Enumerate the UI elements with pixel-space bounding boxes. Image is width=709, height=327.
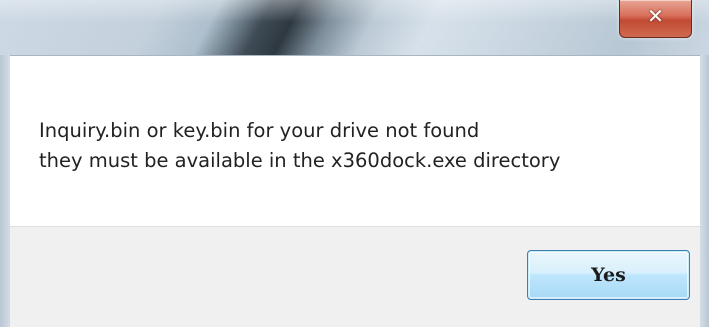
title-bar[interactable]	[0, 0, 709, 55]
dialog-content: Inquiry.bin or key.bin for your drive no…	[10, 55, 700, 226]
window-frame-left	[0, 55, 10, 327]
dialog-footer: Yes	[10, 226, 700, 327]
close-icon: ✕	[647, 4, 664, 28]
window-frame-right	[700, 55, 709, 327]
message-line-1: Inquiry.bin or key.bin for your drive no…	[39, 119, 480, 142]
dialog-message: Inquiry.bin or key.bin for your drive no…	[39, 116, 560, 176]
message-dialog: ✕ Inquiry.bin or key.bin for your drive …	[0, 0, 709, 327]
message-line-2: they must be available in the x360dock.e…	[39, 149, 561, 172]
close-button[interactable]: ✕	[619, 0, 692, 38]
yes-button[interactable]: Yes	[527, 250, 690, 300]
